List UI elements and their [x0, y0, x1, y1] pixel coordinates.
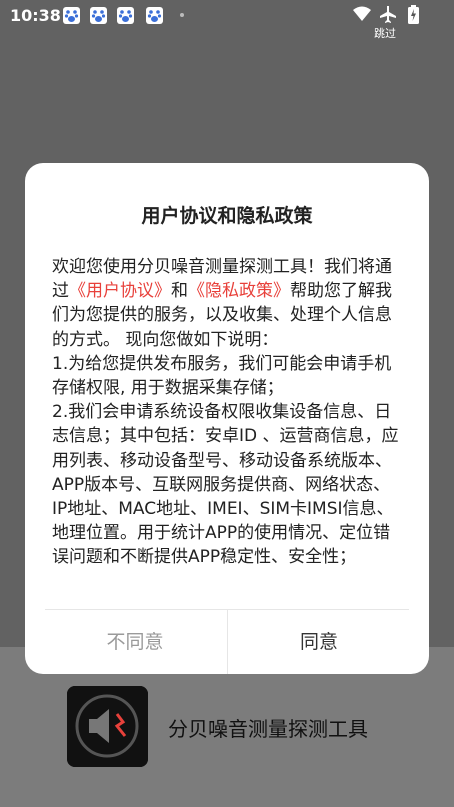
button-separator	[227, 610, 228, 674]
status-time: 10:38	[10, 6, 61, 25]
airplane-icon	[379, 5, 397, 27]
baidu-icon	[90, 7, 107, 24]
user-agreement-link[interactable]: 《用户协议》	[69, 281, 171, 301]
skip-button[interactable]: 跳过	[374, 25, 396, 41]
dialog-body: 欢迎您使用分贝噪音测量探测工具！我们将通过《用户协议》和《隐私政策》帮助您了解我…	[52, 255, 404, 589]
more-notifications-dot	[180, 13, 184, 17]
intro-and: 和	[171, 281, 188, 302]
baidu-icon	[146, 7, 163, 24]
privacy-dialog: 用户协议和隐私政策 欢迎您使用分贝噪音测量探测工具！我们将通过《用户协议》和《隐…	[25, 163, 429, 674]
agree-button[interactable]: 同意	[229, 610, 409, 674]
dialog-title: 用户协议和隐私政策	[141, 205, 313, 227]
dialog-intro: 欢迎您使用分贝噪音测量探测工具！我们将通过《用户协议》和《隐私政策》帮助您了解我…	[52, 255, 404, 352]
app-logo-icon	[67, 686, 148, 767]
privacy-policy-link[interactable]: 《隐私政策》	[188, 281, 290, 301]
disagree-button[interactable]: 不同意	[45, 610, 225, 674]
battery-charging-icon	[408, 5, 419, 28]
status-bar: 10:38 跳过	[0, 0, 454, 40]
dialog-item-2: 2.我们会申请系统设备权限收集设备信息、日志信息；其中包括：安卓ID 、运营商信…	[52, 402, 399, 568]
baidu-icon	[63, 7, 80, 24]
wifi-icon	[352, 5, 372, 27]
baidu-icon	[117, 7, 134, 24]
app-name: 分贝噪音测量探测工具	[168, 717, 368, 741]
dialog-item-1: 1.为给您提供发布服务，我们可能会申请手机存储权限, 用于数据采集存储；	[52, 353, 392, 399]
